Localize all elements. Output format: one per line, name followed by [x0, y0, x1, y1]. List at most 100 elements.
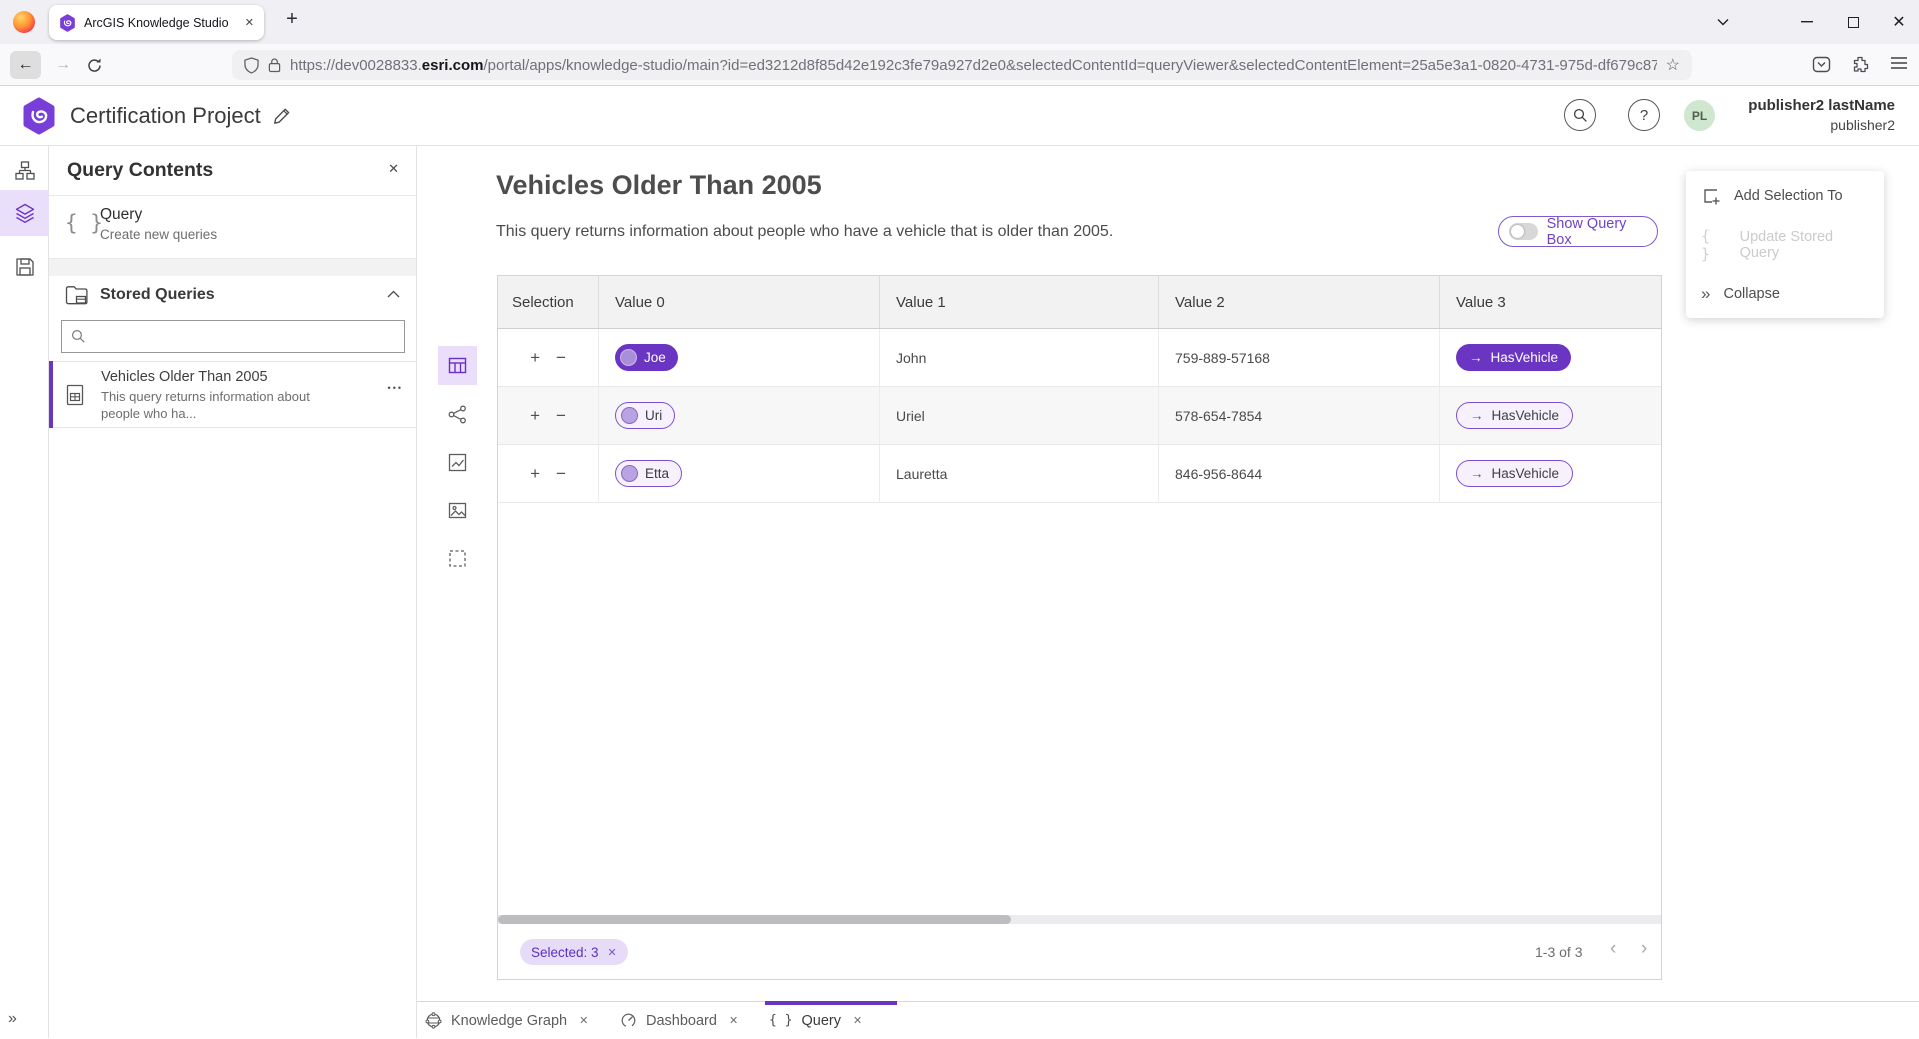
entity-type-dot: [620, 349, 637, 366]
stored-query-desc-line2: people who ha...: [101, 406, 196, 421]
pagination-range: 1-3 of 3: [1535, 944, 1582, 960]
icon-rail: »: [0, 146, 49, 1038]
stored-query-list-item[interactable]: Vehicles Older Than 2005 This query retu…: [49, 361, 417, 428]
list-tabs-icon[interactable]: [1706, 0, 1740, 44]
avatar[interactable]: PL: [1684, 100, 1715, 131]
column-header-value0[interactable]: Value 0: [598, 276, 879, 328]
cell-value2: 846-956-8644: [1158, 445, 1439, 502]
add-to-selection-button[interactable]: +: [530, 406, 540, 426]
hamburger-menu-icon[interactable]: [1890, 55, 1908, 71]
entity-pill[interactable]: Joe: [615, 344, 678, 371]
browser-tab[interactable]: ArcGIS Knowledge Studio ✕: [49, 5, 264, 40]
cell-value2: 578-654-7854: [1158, 387, 1439, 444]
toggle-switch[interactable]: [1509, 223, 1538, 240]
selection-tools-button[interactable]: [438, 539, 477, 578]
previous-page-button[interactable]: ‹: [1610, 938, 1616, 960]
knowledge-graph-icon: [425, 1012, 442, 1029]
stored-queries-title: Stored Queries: [100, 286, 215, 304]
url-bar[interactable]: https://dev0028833.esri.com/portal/apps/…: [232, 50, 1692, 80]
forward-button[interactable]: →: [49, 51, 77, 79]
window-close-button[interactable]: ✕: [1882, 0, 1916, 44]
menu-item-update-stored-query[interactable]: { } Update Stored Query: [1686, 220, 1884, 269]
relationship-pill[interactable]: →HasVehicle: [1456, 402, 1573, 429]
view-chart-button[interactable]: [438, 443, 477, 482]
entity-pill[interactable]: Etta: [615, 460, 682, 487]
horizontal-scrollbar[interactable]: [498, 915, 1661, 924]
braces-icon: { }: [1701, 227, 1727, 263]
item-options-ellipsis-icon[interactable]: •••: [388, 383, 403, 393]
cell-value1: John: [879, 329, 1158, 386]
expand-rail-button[interactable]: »: [8, 1010, 17, 1028]
menu-item-add-selection-to[interactable]: Add Selection To: [1686, 171, 1884, 220]
relationship-pill[interactable]: →HasVehicle: [1456, 344, 1571, 371]
stored-queries-header[interactable]: Stored Queries: [49, 276, 416, 318]
share-nodes-icon: [447, 404, 468, 425]
tab-knowledge-graph[interactable]: Knowledge Graph ✕: [425, 1002, 588, 1039]
sidebar-item-save[interactable]: [0, 244, 49, 290]
tab-close-icon[interactable]: ✕: [579, 1014, 588, 1027]
reload-icon[interactable]: [86, 57, 103, 74]
chevron-up-icon[interactable]: [387, 290, 400, 298]
view-map-button[interactable]: [438, 491, 477, 530]
query-item-title: Query: [100, 206, 142, 224]
view-link-chart-button[interactable]: [438, 395, 477, 434]
entity-pill[interactable]: Uri: [615, 402, 675, 429]
stored-queries-search-input[interactable]: [61, 320, 405, 353]
search-button[interactable]: [1564, 99, 1596, 131]
help-button[interactable]: ?: [1628, 99, 1660, 131]
tab-dashboard[interactable]: Dashboard ✕: [620, 1002, 738, 1039]
query-result-description: This query returns information about peo…: [496, 223, 1113, 241]
remove-from-selection-button[interactable]: −: [556, 406, 566, 426]
back-button[interactable]: ←: [10, 51, 41, 79]
lock-icon[interactable]: [268, 57, 281, 73]
relationship-pill[interactable]: →HasVehicle: [1456, 460, 1573, 487]
chart-icon: [447, 452, 468, 473]
column-header-value2[interactable]: Value 2: [1158, 276, 1439, 328]
query-create-item[interactable]: { } Query Create new queries: [49, 196, 416, 259]
arrow-icon: →: [1469, 350, 1483, 365]
firefox-icon[interactable]: [13, 11, 35, 33]
window-minimize-button[interactable]: [1790, 0, 1824, 44]
add-to-selection-button[interactable]: +: [530, 348, 540, 368]
new-tab-button[interactable]: +: [280, 8, 304, 36]
browser-navbar: ← → https://dev0028833.esri.com/portal/a…: [0, 44, 1919, 86]
extensions-puzzle-icon[interactable]: [1851, 55, 1870, 74]
add-to-selection-button[interactable]: +: [530, 464, 540, 484]
query-item-subtitle: Create new queries: [100, 227, 217, 242]
edit-title-pencil-icon[interactable]: [272, 106, 292, 126]
tab-query[interactable]: { } Query ✕: [769, 1002, 862, 1039]
tab-close-icon[interactable]: ✕: [729, 1014, 738, 1027]
bookmark-star-icon[interactable]: ☆: [1666, 55, 1680, 75]
sidebar-item-data-model[interactable]: [0, 148, 49, 194]
table-row: + − Joe John 759-889-57168 →HasVehicle: [498, 329, 1661, 387]
scrollbar-thumb[interactable]: [498, 915, 1011, 924]
selected-count-chip[interactable]: Selected: 3 ✕: [520, 939, 628, 965]
add-selection-icon: [1701, 186, 1721, 206]
panel-header: Query Contents ✕: [49, 146, 416, 196]
query-contents-panel: Query Contents ✕ { } Query Create new qu…: [49, 146, 417, 1038]
app-header: Certification Project ? PL publisher2 la…: [0, 86, 1919, 146]
toggle-label: Show Query Box: [1547, 216, 1647, 248]
browser-titlebar: ArcGIS Knowledge Studio ✕ + ✕: [0, 0, 1919, 44]
column-header-selection[interactable]: Selection: [498, 276, 598, 328]
remove-from-selection-button[interactable]: −: [556, 348, 566, 368]
column-header-value1[interactable]: Value 1: [879, 276, 1158, 328]
column-header-value3[interactable]: Value 3: [1439, 276, 1663, 328]
results-table: Selection Value 0 Value 1 Value 2 Value …: [497, 275, 1662, 980]
remove-from-selection-button[interactable]: −: [556, 464, 566, 484]
user-menu[interactable]: publisher2 lastName publisher2: [1748, 96, 1895, 134]
show-query-box-toggle[interactable]: Show Query Box: [1498, 216, 1658, 247]
sidebar-item-contents[interactable]: [0, 190, 49, 236]
tracking-shield-icon[interactable]: [244, 57, 259, 74]
menu-item-collapse[interactable]: » Collapse: [1686, 269, 1884, 318]
clear-selection-icon[interactable]: ✕: [608, 946, 617, 959]
tab-close-icon[interactable]: ✕: [853, 1014, 862, 1027]
next-page-button[interactable]: ›: [1641, 938, 1647, 960]
dashed-selection-icon: [447, 548, 468, 569]
pocket-save-icon[interactable]: [1812, 55, 1831, 74]
tab-label: Dashboard: [646, 1013, 717, 1029]
tab-close-icon[interactable]: ✕: [245, 16, 254, 29]
window-maximize-button[interactable]: [1836, 0, 1870, 44]
panel-close-icon[interactable]: ✕: [388, 161, 399, 177]
view-table-button[interactable]: [438, 346, 477, 385]
